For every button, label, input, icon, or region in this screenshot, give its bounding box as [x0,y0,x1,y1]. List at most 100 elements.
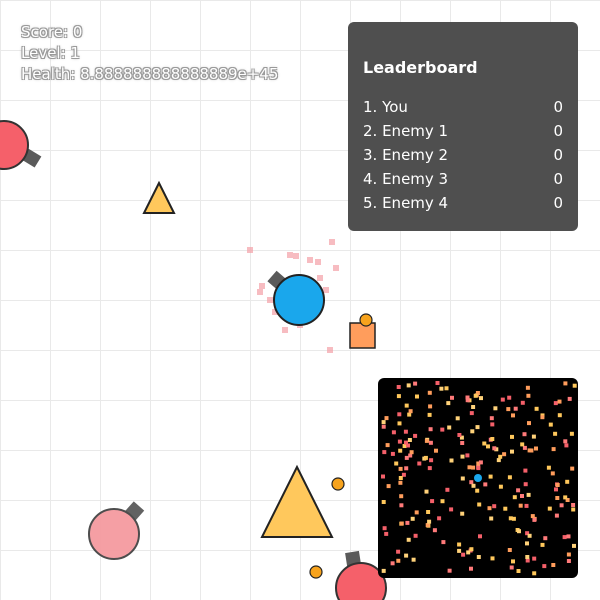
minimap-dot [551,447,556,452]
triangle-shape [142,180,176,214]
triangle-shape [260,464,334,538]
minimap-dots [381,381,577,576]
minimap-dot [398,448,403,453]
particle [323,287,329,293]
minimap-dot [405,520,410,525]
pellet [309,565,323,579]
score-text: Score: 0 [21,23,83,41]
leaderboard-name: 2. Enemy 1 [363,122,449,140]
minimap-dot [492,504,497,509]
minimap-dot [406,537,411,542]
minimap-dot [523,468,528,473]
minimap-dot [554,513,559,518]
minimap-dot [571,503,576,507]
minimap-dot [511,413,515,418]
minimap-dot [391,430,396,435]
minimap-dot [482,441,487,446]
minimap-dot [565,479,570,484]
minimap-dot [427,390,432,395]
minimap-dot [385,443,390,448]
minimap-dot [404,553,409,558]
minimap-dot [489,416,494,421]
minimap-dot [562,535,567,540]
minimap-dot [406,383,411,388]
minimap-dot [381,424,386,429]
minimap-dot [414,510,419,515]
leaderboard-panel: Leaderboard 1. You 0 2. Enemy 1 0 3. Ene… [348,22,578,231]
minimap-dot [500,397,505,402]
minimap-dot [404,466,409,471]
tank-body [273,274,325,326]
minimap-dot [386,484,391,489]
minimap-dot [559,503,564,508]
minimap-dot [525,555,530,559]
minimap-dot [572,383,577,388]
minimap-dot [413,381,418,386]
leaderboard-name: 3. Enemy 2 [363,146,449,164]
minimap-dot [415,394,419,399]
minimap-dot [471,483,476,488]
minimap-dot [428,440,433,445]
minimap-dot [460,441,465,445]
leaderboard-row: 3. Enemy 2 0 [363,143,563,167]
minimap-dot [492,446,497,451]
minimap-dot [523,482,528,487]
minimap-dot [465,453,470,458]
particle [247,247,253,253]
minimap-dot [435,381,440,385]
minimap-dot [551,563,556,567]
enemy-tank [0,120,42,170]
minimap-dot [483,482,488,487]
minimap-dot [534,446,538,451]
minimap-dot [423,455,428,460]
minimap-dot [490,437,495,441]
minimap-dot [553,401,558,406]
tank-body [88,508,140,560]
minimap-dot [543,536,548,541]
minimap-dot [476,555,481,559]
minimap-dot [381,500,386,504]
minimap-dot [430,499,435,504]
minimap-dot [566,559,571,563]
particle [282,327,288,333]
minimap-dot [404,455,409,460]
minimap-dot [517,529,521,534]
minimap-dot [396,394,401,399]
minimap-dot [467,465,472,470]
minimap-dot [399,503,404,508]
minimap-dot [434,448,438,453]
enemy-tank [88,501,145,560]
minimap-player-dot [474,474,482,482]
leaderboard-row: 1. You 0 [363,95,563,119]
minimap-dot [525,385,530,390]
minimap-dot [542,564,547,569]
minimap-dot [437,516,442,521]
minimap-dot [408,409,413,414]
minimap-dot [475,425,480,430]
minimap-dot [409,450,414,455]
minimap-dot [569,431,574,436]
minimap-dot [531,434,536,439]
minimap-dot [381,568,386,573]
leaderboard-name: 5. Enemy 4 [363,194,449,212]
minimap-dot [424,489,429,494]
minimap-dot [397,421,402,426]
minimap-dot [516,488,521,493]
minimap-dot [447,568,452,573]
minimap-dot [396,385,401,389]
minimap-dot [479,396,483,401]
leaderboard-name: 4. Enemy 3 [363,170,449,188]
minimap-dot [527,421,531,426]
minimap-dot [411,557,416,562]
minimap-dot [429,458,434,463]
minimap-dot [441,540,446,545]
minimap-dot [394,461,399,466]
minimap-dot [509,565,514,570]
particle [267,297,273,303]
minimap-dot [473,393,478,398]
particle [327,347,333,353]
minimap-dot [390,451,395,456]
minimap-dot [563,495,568,500]
minimap-dot [398,476,403,480]
level-text: Level: 1 [21,44,80,62]
